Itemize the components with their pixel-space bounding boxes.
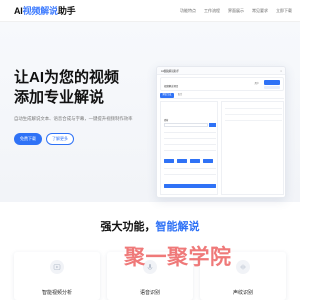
feature-card-label: 智能视频分析: [41, 290, 72, 296]
nav-workflow[interactable]: 工作流程: [204, 8, 220, 14]
feature-cards: 智能视频分析 语音识别 声纹识别: [14, 252, 286, 300]
app-preview-left-panel: 素材: [160, 101, 218, 195]
nav-features[interactable]: 功能特点: [180, 8, 196, 14]
app-preview-line: [225, 108, 282, 109]
app-preview-titlebar: AI视频解说助手 ×: [157, 67, 285, 75]
logo-highlight: 视频解说: [22, 6, 58, 16]
app-preview-line: [164, 138, 216, 139]
hero-section: 让AI为您的视频 添加专业解说 自动生成解说文本、语音合成与字幕，一键提升视频制…: [0, 22, 300, 202]
app-preview-line: [164, 168, 216, 169]
feature-card-voiceprint: 声纹识别: [200, 252, 286, 300]
site-header: AI视频解说助手 功能特点 工作流程 界面展示 常见要求 立即下载: [0, 0, 300, 22]
app-preview-input: [164, 123, 208, 127]
nav-faq[interactable]: 常见要求: [252, 8, 268, 14]
hero-title: 让AI为您的视频 添加专业解说: [14, 68, 119, 108]
app-preview-small-button: [190, 159, 200, 163]
video-analysis-icon: [50, 260, 64, 274]
free-download-button[interactable]: 免费下载: [14, 133, 42, 145]
app-preview-small-button: [164, 159, 174, 163]
app-preview-tabs: 解说生成 配音: [160, 93, 284, 99]
app-preview-right-panel: [221, 101, 284, 195]
app-preview-project-label: 视频解说项目: [164, 85, 179, 88]
nav-download[interactable]: 立即下载: [276, 8, 292, 14]
voiceprint-icon: [236, 260, 250, 274]
logo-prefix: AI: [14, 6, 23, 16]
app-preview-user-label: 用户: [254, 83, 259, 85]
hero-subtitle: 自动生成解说文本、语音合成与字幕，一键提升视频制作效率: [14, 116, 133, 121]
features-title-prefix: 强大功能，: [100, 221, 156, 233]
app-preview-line: [164, 150, 216, 151]
speech-recognition-icon: [143, 260, 157, 274]
feature-card-label: 声纹识别: [232, 290, 253, 296]
feature-card-speech-recognition: 语音识别: [107, 252, 193, 300]
features-title: 强大功能，智能解说: [0, 218, 300, 234]
app-preview-small-button: [177, 159, 187, 163]
app-preview-section-label: 素材: [164, 120, 169, 122]
app-preview-project-panel: 视频解说项目 用户: [160, 77, 284, 91]
app-preview-line: [164, 132, 216, 133]
logo-suffix: 助手: [57, 6, 76, 16]
app-preview-user-button: [264, 80, 280, 85]
app-preview-line: [225, 120, 282, 121]
app-preview-tab-active: 解说生成: [160, 93, 174, 98]
app-preview: AI视频解说助手 × 视频解说项目 用户 解说生成 配音 素材: [156, 66, 286, 198]
app-preview-title: AI视频解说助手: [161, 70, 180, 73]
nav-interface[interactable]: 界面展示: [228, 8, 244, 14]
app-preview-line: [225, 114, 282, 115]
app-preview-small-button: [203, 159, 213, 163]
app-preview-line: [164, 174, 216, 175]
app-preview-line: [164, 144, 216, 145]
hero-title-line2: 添加专业解说: [14, 89, 105, 106]
site-logo[interactable]: AI视频解说助手: [14, 4, 76, 17]
learn-more-button[interactable]: 了解更多: [46, 133, 74, 145]
feature-card-label: 语音识别: [139, 290, 160, 296]
app-preview-tab: 配音: [177, 94, 183, 96]
hero-title-line1: 让AI为您的视频: [14, 69, 120, 86]
top-nav: 功能特点 工作流程 界面展示 常见要求 立即下载: [180, 8, 292, 14]
close-icon: ×: [280, 68, 282, 73]
app-preview-generate-button: [164, 184, 216, 188]
features-title-highlight: 智能解说: [155, 221, 200, 233]
app-preview-input-button: [209, 123, 216, 127]
feature-card-video-analysis: 智能视频分析: [14, 252, 100, 300]
app-preview-user-subbutton: [264, 86, 280, 89]
